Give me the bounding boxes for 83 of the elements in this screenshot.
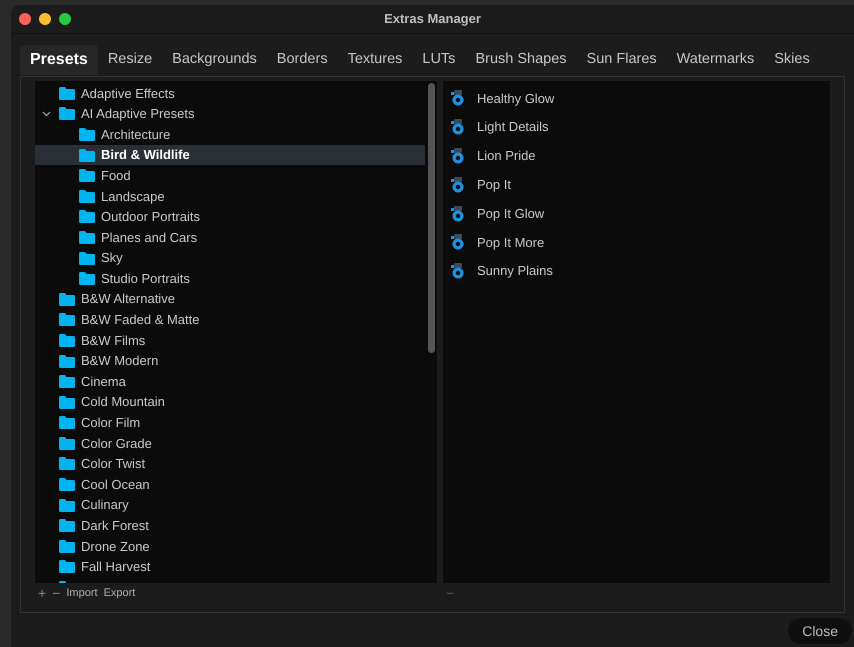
preset-item[interactable]: Light Details bbox=[443, 112, 830, 142]
remove-button[interactable]: − bbox=[52, 582, 60, 604]
folder-item[interactable]: Cold Mountain bbox=[35, 392, 425, 412]
preset-icon bbox=[451, 119, 465, 136]
import-button[interactable]: Import bbox=[66, 584, 98, 602]
folder-icon bbox=[59, 560, 75, 574]
folder-icon bbox=[79, 210, 95, 224]
preset-item[interactable]: Pop It More bbox=[443, 228, 830, 257]
folder-icon bbox=[59, 375, 75, 388]
folder-icon bbox=[59, 498, 75, 512]
folder-icon bbox=[59, 478, 75, 492]
preset-item[interactable]: Healthy Glow bbox=[443, 84, 830, 113]
tab[interactable]: Resize bbox=[98, 44, 162, 74]
folder-item[interactable]: B&W Alternative bbox=[35, 288, 425, 310]
chevron-icon[interactable] bbox=[42, 110, 51, 117]
folder-icon bbox=[79, 272, 95, 286]
folder-icon bbox=[79, 230, 95, 244]
tab[interactable]: Skies bbox=[764, 44, 820, 74]
tab[interactable]: Brush Shapes bbox=[465, 44, 577, 74]
folder-icon bbox=[59, 107, 75, 120]
preset-icon bbox=[451, 234, 465, 250]
folder-item[interactable]: Color Grade bbox=[35, 433, 425, 454]
folder-item[interactable]: Bird & Wildlife bbox=[35, 144, 425, 166]
preset-icon bbox=[451, 263, 465, 280]
preset-icon bbox=[451, 206, 465, 222]
folder-icon bbox=[59, 292, 75, 306]
folder-icon bbox=[79, 169, 95, 182]
window-title: Extras Manager bbox=[384, 10, 481, 28]
folder-item[interactable]: B&W Faded & Matte bbox=[35, 310, 425, 330]
folder-item[interactable]: Landscape bbox=[35, 186, 425, 207]
folder-item[interactable]: B&W Films bbox=[35, 330, 425, 351]
folder-icon bbox=[59, 313, 75, 326]
folder-item[interactable]: Outdoor Portraits bbox=[35, 206, 425, 228]
close-button[interactable]: Close bbox=[788, 618, 852, 644]
folder-item[interactable]: Architecture bbox=[35, 124, 425, 145]
folder-item[interactable]: B&W Modern bbox=[35, 350, 425, 372]
folder-item[interactable]: Studio Portraits bbox=[35, 268, 425, 289]
tab[interactable]: Textures bbox=[338, 44, 412, 74]
tab[interactable]: Watermarks bbox=[666, 44, 764, 74]
tab[interactable]: LUTs bbox=[412, 44, 466, 74]
folder-item[interactable]: Culinary bbox=[35, 494, 425, 516]
preset-item[interactable]: Sunny Plains bbox=[443, 256, 830, 286]
folder-icon bbox=[79, 148, 95, 162]
folder-icon bbox=[59, 457, 75, 470]
preset-icon bbox=[451, 176, 465, 193]
folder-item[interactable]: Color Twist bbox=[35, 454, 425, 474]
preset-icon bbox=[451, 90, 465, 106]
folder-item[interactable]: Cinema bbox=[35, 371, 425, 392]
folder-icon bbox=[79, 128, 95, 141]
folder-icon bbox=[59, 334, 75, 347]
tab[interactable]: Sun Flares bbox=[576, 44, 667, 74]
folder-item[interactable]: Drone Zone bbox=[35, 536, 425, 557]
folder-item[interactable]: Food bbox=[35, 165, 425, 186]
preset-icon bbox=[451, 148, 465, 164]
folder-item[interactable]: Dark Forest bbox=[35, 515, 425, 536]
folder-icon bbox=[79, 252, 95, 265]
folder-item[interactable]: Adaptive Effects bbox=[35, 83, 425, 104]
folder-item[interactable]: Planes and Cars bbox=[35, 227, 425, 248]
folder-item[interactable]: Sky bbox=[35, 248, 425, 268]
maximize-button[interactable] bbox=[59, 13, 71, 25]
tab[interactable]: Backgrounds bbox=[162, 44, 267, 74]
preset-item[interactable]: Lion Pride bbox=[443, 142, 830, 170]
tab[interactable]: Presets bbox=[20, 44, 98, 74]
scrollbar-thumb[interactable] bbox=[428, 83, 435, 353]
folder-item[interactable]: Cool Ocean bbox=[35, 474, 425, 495]
folder-icon bbox=[59, 354, 75, 368]
folder-icon bbox=[59, 396, 75, 409]
preset-item[interactable]: Pop It bbox=[443, 170, 830, 200]
folder-icon bbox=[79, 190, 95, 203]
tab[interactable]: Borders bbox=[266, 44, 338, 74]
add-button[interactable]: + bbox=[38, 582, 46, 604]
folder-icon bbox=[59, 519, 75, 532]
folder-item[interactable]: Fall Harvest bbox=[35, 556, 425, 578]
folder-icon bbox=[59, 436, 75, 450]
folder-icon bbox=[59, 86, 75, 100]
folder-icon bbox=[59, 416, 75, 430]
close-window-button[interactable] bbox=[19, 13, 31, 25]
folder-item[interactable]: AI Adaptive Presets bbox=[35, 104, 425, 124]
folder-icon bbox=[59, 540, 75, 553]
minimize-button[interactable] bbox=[39, 13, 51, 25]
folder-item[interactable]: Color Film bbox=[35, 412, 425, 434]
export-button[interactable]: Export bbox=[104, 584, 136, 602]
preset-item[interactable]: Pop It Glow bbox=[443, 199, 830, 228]
